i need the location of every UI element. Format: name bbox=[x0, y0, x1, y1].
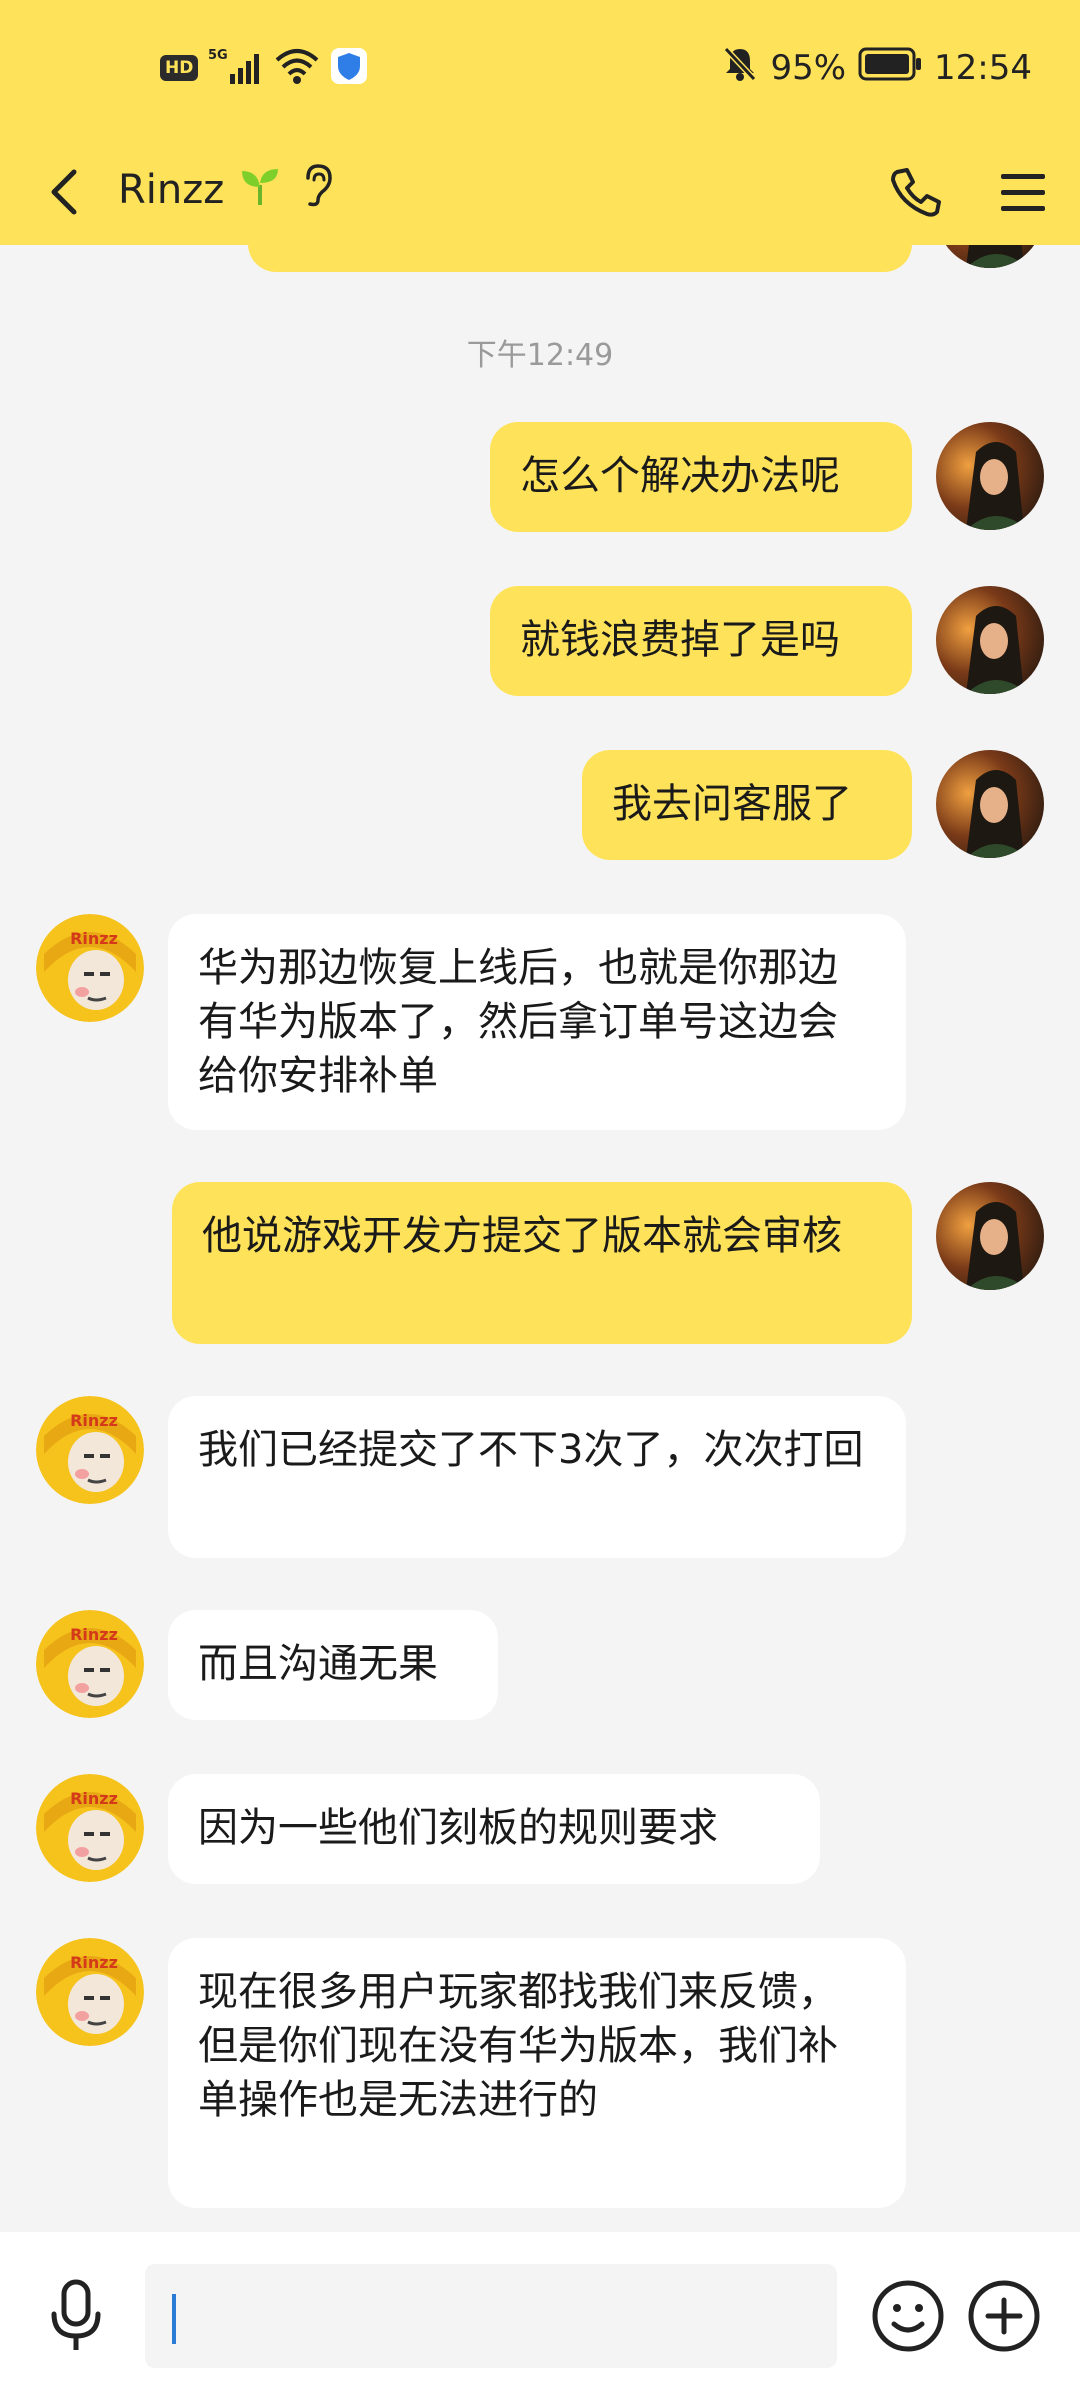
contact-logo-text: Rinzz bbox=[70, 1953, 118, 1972]
emoji-button[interactable] bbox=[868, 2276, 948, 2356]
message-text: 我去问客服了 bbox=[612, 781, 852, 827]
my-avatar[interactable] bbox=[936, 422, 1044, 530]
message-bubble-received[interactable]: 因为一些他们刻板的规则要求 bbox=[168, 1774, 820, 1884]
contact-title[interactable]: Rinzz bbox=[118, 162, 336, 218]
my-avatar[interactable] bbox=[936, 750, 1044, 858]
input-bar bbox=[0, 2232, 1080, 2400]
sprout-icon bbox=[238, 163, 282, 217]
mute-bell-icon bbox=[722, 45, 758, 92]
contact-logo-text: Rinzz bbox=[70, 929, 118, 948]
contact-avatar[interactable]: Rinzz bbox=[36, 1938, 144, 2046]
ear-icon[interactable] bbox=[296, 162, 336, 218]
status-right: 95% 12:54 bbox=[722, 46, 1032, 90]
timestamp: 下午12:49 bbox=[466, 338, 614, 373]
add-button[interactable] bbox=[964, 2276, 1044, 2356]
back-arrow-icon bbox=[51, 169, 77, 215]
message-bubble-received[interactable]: 我们已经提交了不下3次了，次次打回 bbox=[168, 1396, 906, 1558]
message-text: 现在很多用户玩家都找我们来反馈，但是你们现在没有华为版本，我们补单操作也是无法进… bbox=[198, 1969, 838, 2123]
plus-icon bbox=[968, 2280, 1040, 2352]
message-input[interactable] bbox=[145, 2264, 837, 2368]
message-bubble-received[interactable]: 现在很多用户玩家都找我们来反馈，但是你们现在没有华为版本，我们补单操作也是无法进… bbox=[168, 1938, 906, 2208]
hd-badge: HD bbox=[160, 55, 199, 81]
message-text: 我们已经提交了不下3次了，次次打回 bbox=[198, 1427, 864, 1473]
signal-icon: 5G bbox=[208, 46, 264, 90]
message-text: 因为一些他们刻板的规则要求 bbox=[198, 1805, 718, 1851]
phone-icon bbox=[891, 168, 941, 217]
message-bubble-sent[interactable]: 我去问客服了 bbox=[582, 750, 912, 860]
message-text: 怎么个解决办法呢 bbox=[520, 453, 840, 499]
contact-avatar[interactable]: Rinzz bbox=[36, 1610, 144, 1718]
contact-avatar[interactable]: Rinzz bbox=[36, 1396, 144, 1504]
my-avatar[interactable] bbox=[936, 586, 1044, 694]
call-button[interactable] bbox=[880, 152, 950, 232]
battery-icon bbox=[858, 47, 922, 90]
contact-name: Rinzz bbox=[118, 167, 225, 213]
network-label: 5G bbox=[208, 48, 228, 63]
chat-header: HD 5G 95% 12:54 Rinzz bbox=[0, 0, 1080, 245]
emoji-icon bbox=[872, 2280, 944, 2352]
clock: 12:54 bbox=[934, 48, 1032, 88]
back-button[interactable] bbox=[36, 152, 92, 232]
shield-icon bbox=[330, 46, 368, 90]
message-text: 他说游戏开发方提交了版本就会审核 bbox=[202, 1213, 842, 1259]
message-bubble-sent[interactable]: 就钱浪费掉了是吗 bbox=[490, 586, 912, 696]
contact-logo-text: Rinzz bbox=[70, 1411, 118, 1430]
message-bubble-sent[interactable]: 他说游戏开发方提交了版本就会审核 bbox=[172, 1182, 912, 1344]
status-left: HD 5G bbox=[160, 46, 368, 90]
chat-area[interactable]: 下午12:49 怎么个解决办法呢 就钱浪费掉了是吗 我去问客服了 Rinzz 华… bbox=[0, 0, 1080, 2232]
contact-logo-text: Rinzz bbox=[70, 1789, 118, 1808]
status-bar: HD 5G 95% 12:54 bbox=[0, 0, 1080, 140]
contact-avatar[interactable]: Rinzz bbox=[36, 914, 144, 1022]
message-text: 华为那边恢复上线后，也就是你那边有华为版本了，然后拿订单号这边会给你安排补单 bbox=[198, 945, 838, 1099]
message-bubble-sent[interactable]: 怎么个解决办法呢 bbox=[490, 422, 912, 532]
message-bubble-received[interactable]: 而且沟通无果 bbox=[168, 1610, 498, 1720]
microphone-icon bbox=[51, 2279, 101, 2350]
contact-avatar[interactable]: Rinzz bbox=[36, 1774, 144, 1882]
message-text: 而且沟通无果 bbox=[198, 1641, 438, 1687]
message-bubble-received[interactable]: 华为那边恢复上线后，也就是你那边有华为版本了，然后拿订单号这边会给你安排补单 bbox=[168, 914, 906, 1130]
my-avatar[interactable] bbox=[936, 1182, 1044, 1290]
text-caret bbox=[172, 2294, 176, 2344]
title-bar: Rinzz bbox=[0, 140, 1080, 245]
wifi-icon bbox=[274, 46, 320, 90]
menu-button[interactable] bbox=[990, 152, 1056, 232]
voice-button[interactable] bbox=[40, 2272, 112, 2360]
message-text: 就钱浪费掉了是吗 bbox=[520, 617, 840, 663]
contact-logo-text: Rinzz bbox=[70, 1625, 118, 1644]
battery-percent: 95% bbox=[770, 48, 847, 88]
menu-icon bbox=[1001, 174, 1045, 211]
